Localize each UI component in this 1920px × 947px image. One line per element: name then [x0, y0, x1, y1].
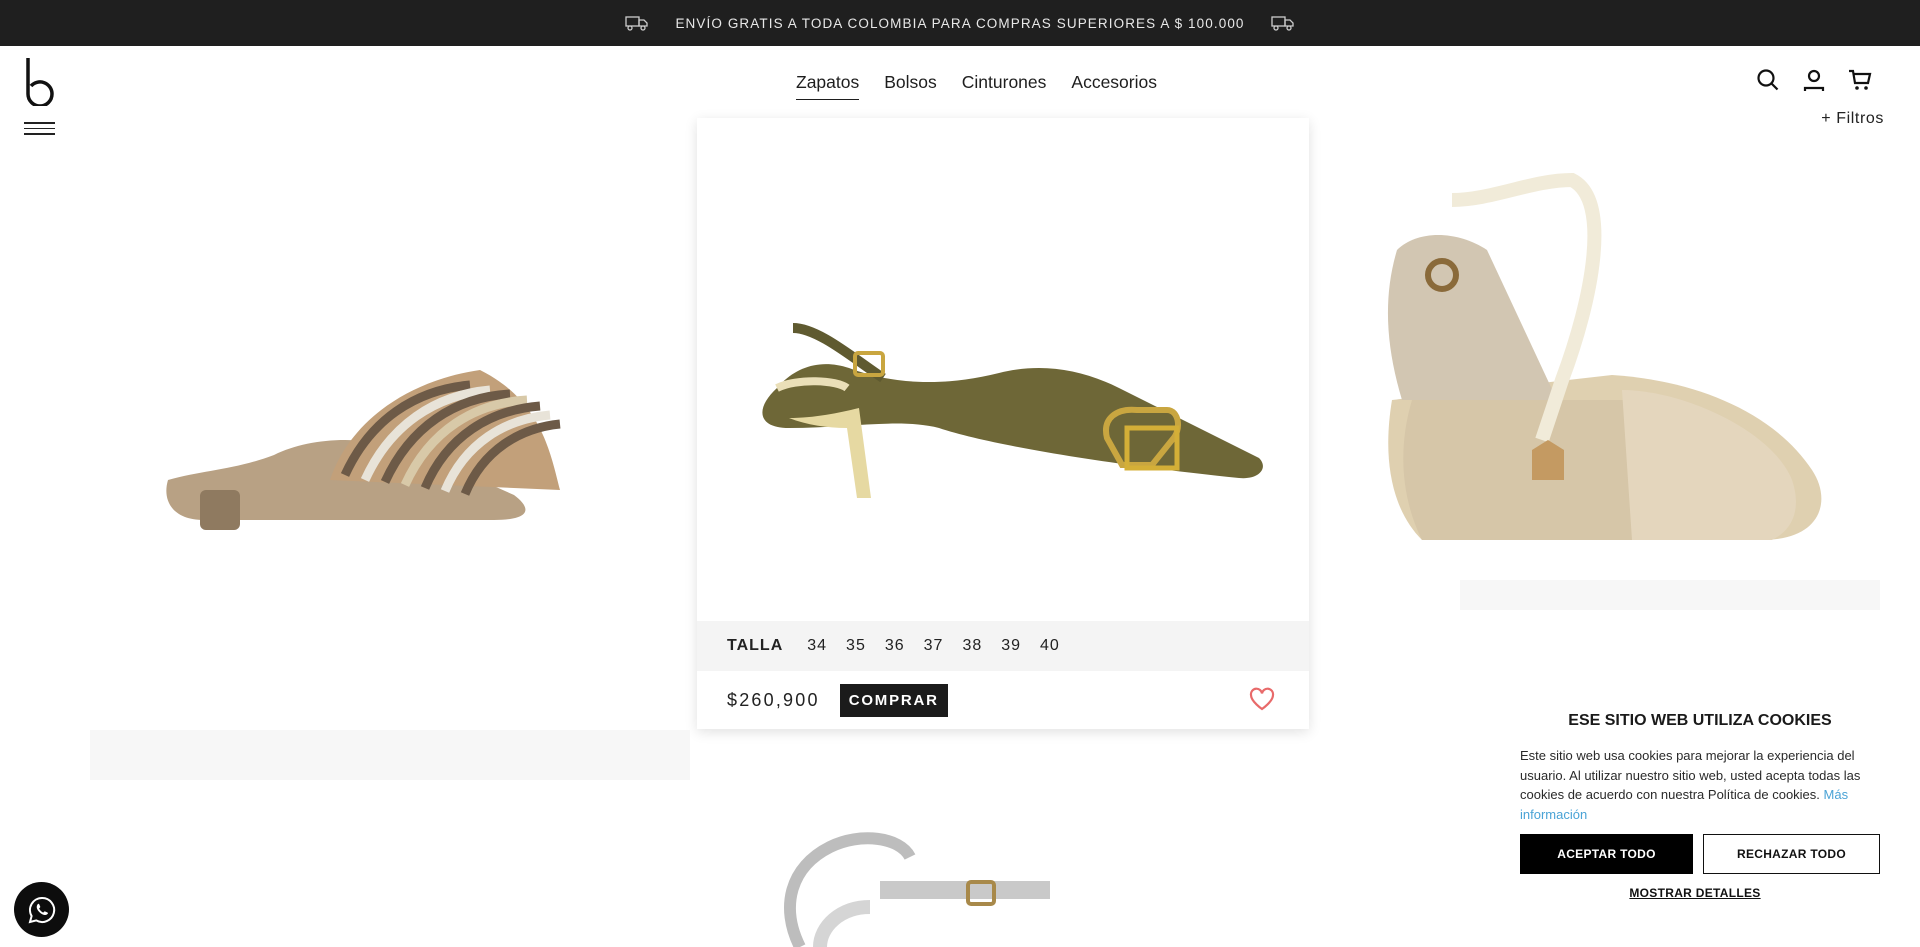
size-option[interactable]: 35	[846, 637, 866, 655]
size-label: TALLA	[727, 637, 784, 654]
size-option[interactable]: 37	[924, 637, 944, 655]
nav-item-cinturones[interactable]: Cinturones	[962, 72, 1047, 100]
truck-icon	[1270, 16, 1294, 31]
site-header: Zapatos Bolsos Cinturones Accesorios	[0, 46, 1920, 135]
nav-item-bolsos[interactable]: Bolsos	[884, 72, 937, 100]
cookie-buttons: ACEPTAR TODO RECHAZAR TODO	[1520, 834, 1880, 874]
cookie-body: Este sitio web usa cookies para mejorar …	[1520, 748, 1861, 802]
cookie-banner: ESE SITIO WEB UTILIZA COOKIES Este sitio…	[1520, 712, 1880, 900]
product-placeholder	[90, 730, 690, 780]
reject-all-button[interactable]: RECHAZAR TODO	[1703, 834, 1880, 874]
show-details-link[interactable]: MOSTRAR DETALLES	[1520, 886, 1870, 900]
nav-item-accesorios[interactable]: Accesorios	[1071, 72, 1157, 100]
header-icons	[1756, 68, 1872, 92]
whatsapp-icon	[28, 896, 55, 923]
size-option[interactable]: 38	[962, 637, 982, 655]
hamburger-menu-icon[interactable]	[24, 122, 55, 139]
search-icon[interactable]	[1756, 68, 1780, 92]
heart-icon[interactable]	[1249, 687, 1275, 711]
product-card[interactable]	[150, 120, 650, 620]
product-card-hovered[interactable]: TALLA 34 35 36 37 38 39 40 $260,900 COMP…	[697, 118, 1309, 729]
product-card[interactable]	[740, 800, 1070, 947]
nav-item-zapatos[interactable]: Zapatos	[796, 72, 860, 100]
product-image	[784, 832, 1050, 947]
cart-icon[interactable]	[1848, 68, 1872, 92]
size-option[interactable]: 40	[1040, 637, 1060, 655]
truck-icon	[625, 16, 649, 31]
logo-icon	[26, 58, 54, 108]
product-card[interactable]	[1332, 150, 1892, 610]
product-image	[166, 370, 561, 530]
product-placeholder	[1460, 580, 1880, 610]
cookie-title: ESE SITIO WEB UTILIZA COOKIES	[1568, 712, 1832, 729]
accept-all-button[interactable]: ACEPTAR TODO	[1520, 834, 1693, 874]
price-row: $260,900 COMPRAR	[697, 671, 1309, 729]
brand-logo[interactable]	[24, 56, 56, 111]
product-image	[762, 323, 1263, 498]
size-option[interactable]: 39	[1001, 637, 1021, 655]
buy-button[interactable]: COMPRAR	[839, 683, 948, 717]
cookie-text: Este sitio web usa cookies para mejorar …	[1520, 746, 1880, 824]
main-nav: Zapatos Bolsos Cinturones Accesorios	[796, 72, 1157, 100]
filters-button[interactable]: + Filtros	[1821, 110, 1884, 128]
size-option[interactable]: 36	[885, 637, 905, 655]
announcement-text: ENVÍO GRATIS A TODA COLOMBIA PARA COMPRA…	[675, 15, 1245, 31]
user-icon[interactable]	[1802, 68, 1826, 92]
product-image	[1387, 172, 1822, 540]
whatsapp-button[interactable]	[14, 882, 69, 937]
size-option[interactable]: 34	[807, 637, 827, 655]
product-price: $260,900	[727, 689, 820, 710]
size-selector: TALLA 34 35 36 37 38 39 40	[697, 621, 1309, 671]
announcement-bar: ENVÍO GRATIS A TODA COLOMBIA PARA COMPRA…	[0, 0, 1920, 46]
